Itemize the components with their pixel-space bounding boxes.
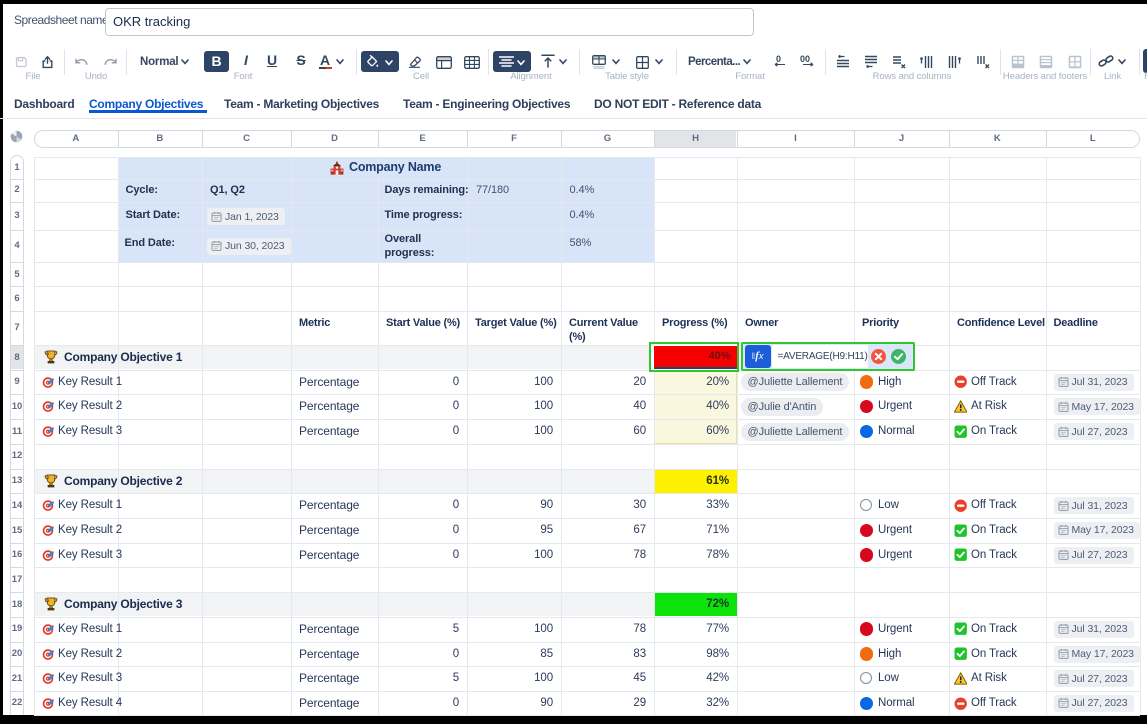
svg-text:00: 00 [800, 54, 810, 64]
svg-text:0: 0 [776, 54, 781, 64]
